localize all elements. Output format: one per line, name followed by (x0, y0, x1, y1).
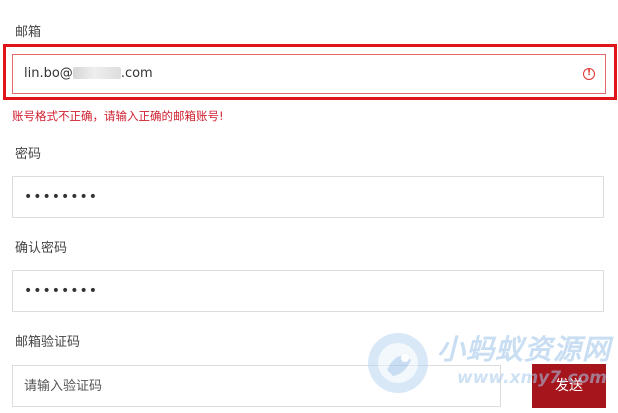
send-button[interactable]: 发送 (532, 364, 606, 408)
confirm-password-field[interactable]: •••••••• (12, 270, 604, 312)
email-value: lin.bo@ .com (24, 55, 153, 93)
password-value: •••••••• (24, 189, 99, 205)
email-error-message: 账号格式不正确，请输入正确的邮箱账号! (12, 109, 224, 123)
password-label: 密码 (15, 147, 42, 162)
verify-code-input[interactable] (13, 366, 500, 406)
warning-icon: ! (583, 68, 595, 80)
confirm-password-label: 确认密码 (15, 241, 68, 256)
email-value-suffix: .com (120, 66, 153, 81)
email-field[interactable]: lin.bo@ .com ! (12, 54, 606, 94)
verify-code-field[interactable] (12, 365, 501, 407)
email-label: 邮箱 (15, 25, 42, 40)
watermark-text: 小蚂蚁资源网 (437, 333, 612, 366)
confirm-password-value: •••••••• (24, 283, 99, 299)
email-value-prefix: lin.bo@ (24, 66, 73, 81)
password-field[interactable]: •••••••• (12, 176, 604, 218)
verify-code-label: 邮箱验证码 (15, 335, 81, 350)
email-redaction-mask (72, 66, 121, 79)
